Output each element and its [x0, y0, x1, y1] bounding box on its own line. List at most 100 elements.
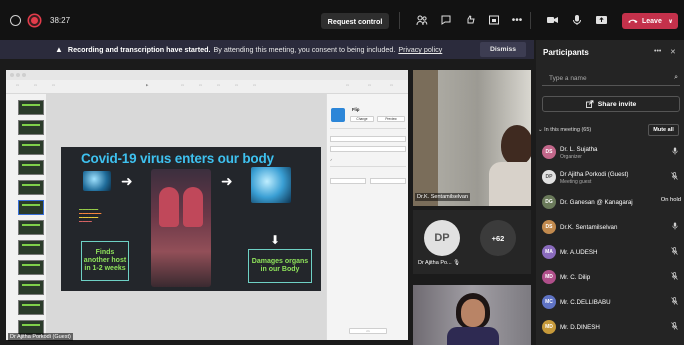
slide-thumbnail[interactable] [18, 100, 44, 115]
meeting-toolbar: 38:27 Request control ••• Leave ∨ [0, 0, 684, 40]
toolbar-divider [530, 12, 531, 29]
participant-name: Mr. D.DINESH [560, 324, 600, 331]
arrow-right-icon: ➜ [221, 173, 233, 189]
privacy-policy-link[interactable]: Privacy policy [398, 45, 442, 54]
slide-thumbnail[interactable] [18, 200, 44, 215]
search-input[interactable]: Type a name ⌕ [542, 72, 680, 86]
video-tile-ajitha[interactable] [413, 285, 531, 345]
slide-thumbnails [6, 94, 46, 340]
current-slide[interactable]: Covid-19 virus enters our body ➜ ➜ ▬▬▬▬▬… [61, 147, 321, 291]
participant-row[interactable]: MA Mr. A.UDESH [536, 242, 684, 262]
delay-field[interactable] [370, 178, 406, 184]
microphone-icon[interactable] [570, 13, 584, 27]
participant-row[interactable]: MD Mr. C. Dilip [536, 267, 684, 287]
avatar: MC [542, 295, 556, 309]
slide-thumbnail[interactable] [18, 140, 44, 155]
banner-text: By attending this meeting, you consent t… [213, 45, 396, 54]
microphone-icon[interactable] [672, 222, 678, 232]
slide-thumbnail[interactable] [18, 160, 44, 175]
more-options-icon[interactable]: ••• [654, 48, 661, 55]
toolbar-divider [399, 12, 400, 29]
mic-off-icon[interactable] [671, 247, 678, 257]
participant-name: Dr. L. Sujatha [560, 146, 598, 153]
avatar: MA [542, 245, 556, 259]
leave-label: Leave [642, 17, 662, 25]
in-meeting-header[interactable]: ⌄ In this meeting (65) [538, 127, 591, 133]
presenter-name-label: Dr Ajitha Porkodi (Guest) [8, 333, 73, 341]
participant-name: Mr. C. Dilip [560, 274, 591, 281]
on-hold-label: On hold [660, 197, 681, 203]
duration-field[interactable] [330, 136, 406, 142]
teams-meeting-window: 38:27 Request control ••• Leave ∨ ▲ Reco… [0, 0, 684, 345]
dismiss-button[interactable]: Dismiss [480, 42, 526, 57]
participant-row[interactable]: DS Dr.K. Sentamilselvan [536, 217, 684, 237]
chevron-down-icon[interactable]: ∨ [668, 18, 673, 25]
slide-box-right: Damages organs in our Body [248, 249, 312, 283]
window-dot-icon [10, 73, 14, 77]
direction-select[interactable] [330, 146, 406, 152]
view-icon[interactable] [487, 13, 501, 27]
participant-row[interactable]: MC Mr. C.DELLIBABU [536, 292, 684, 312]
video-tile-sentamilselvan[interactable] [413, 70, 531, 206]
build-order-button[interactable]: ▭ [349, 328, 387, 334]
slide-thumbnail[interactable] [18, 120, 44, 135]
preview-button[interactable]: Preview [377, 116, 405, 122]
recording-banner: ▲ Recording and transcription have start… [0, 40, 534, 59]
request-control-button[interactable]: Request control [321, 13, 389, 29]
participant-name: Mr. C.DELLIBABU [560, 299, 611, 306]
chat-icon[interactable] [439, 13, 453, 27]
slide-thumbnail[interactable] [18, 300, 44, 315]
slide-thumbnail[interactable] [18, 260, 44, 275]
bounce-checkbox[interactable]: ✓ [330, 158, 333, 162]
more-participants-button[interactable]: +62 [480, 220, 516, 256]
avatar-name-label: Dr Ajitha Po... 🎙︎ [418, 260, 461, 266]
slide-thumbnail[interactable] [18, 280, 44, 295]
mic-off-icon: 🎙︎ [453, 260, 461, 266]
avatar: DS [542, 145, 556, 159]
cell-image [251, 167, 291, 203]
slide-thumbnail[interactable] [18, 180, 44, 195]
more-options-icon[interactable]: ••• [510, 13, 524, 27]
share-invite-button[interactable]: Share invite [542, 96, 680, 112]
arrow-down-icon: ⬇ [270, 233, 281, 247]
status-ring-icon [10, 14, 21, 26]
panel-title: Participants [543, 48, 589, 57]
mic-off-icon[interactable] [671, 322, 678, 332]
mic-off-icon[interactable] [671, 297, 678, 307]
start-transition-select[interactable] [330, 178, 366, 184]
camera-icon[interactable] [545, 13, 559, 27]
panel-divider [330, 128, 406, 129]
mic-off-icon[interactable] [671, 272, 678, 282]
change-button[interactable]: Change [350, 116, 374, 122]
window-dot-icon [16, 73, 20, 77]
virus-image [83, 171, 111, 191]
participant-name: Mr. A.UDESH [560, 249, 598, 256]
flip-transition-icon [331, 108, 345, 122]
transitions-panel: Flip Change Preview ✓ ▭ [326, 94, 408, 340]
people-icon[interactable] [415, 13, 429, 27]
participant-row[interactable]: MD Mr. D.DINESH [536, 317, 684, 337]
participant-row[interactable]: DS Dr. L. Sujatha Organizer [536, 142, 684, 162]
microphone-icon[interactable] [672, 147, 678, 157]
recording-icon [29, 14, 40, 26]
slide-box-left: Finds another host in 1-2 weeks [81, 241, 129, 281]
participant-row[interactable]: DG Dr. Ganesan @ Kanagaraj On hold [536, 192, 684, 212]
window-dot-icon [22, 73, 26, 77]
slide-thumbnail[interactable] [18, 240, 44, 255]
keynote-window: ▭ ▭ ▭ ▶ ▭ ▭ ▭ ▭ ▭ ▭ ▭ ▭ Covid-19 virus e… [6, 70, 408, 340]
banner-strong-text: Recording and transcription have started… [67, 45, 211, 54]
slide-thumbnail[interactable] [18, 220, 44, 235]
panel-divider [330, 166, 406, 167]
meeting-timer: 38:27 [50, 15, 71, 25]
participant-row[interactable]: DP Dr Ajitha Porkodi (Guest) Meeting guest [536, 167, 684, 187]
mic-off-icon[interactable] [671, 172, 678, 182]
shared-screen: ▭ ▭ ▭ ▶ ▭ ▭ ▭ ▭ ▭ ▭ ▭ ▭ Covid-19 virus e… [6, 70, 408, 340]
mute-all-button[interactable]: Mute all [648, 124, 679, 136]
participant-role: Meeting guest [560, 179, 592, 185]
avatar: MD [542, 270, 556, 284]
share-screen-icon[interactable] [594, 13, 608, 27]
reactions-icon[interactable] [463, 13, 477, 27]
leave-button[interactable]: Leave ∨ [622, 13, 678, 29]
close-icon[interactable]: ✕ [670, 48, 676, 56]
avatar[interactable]: DP [424, 220, 460, 256]
